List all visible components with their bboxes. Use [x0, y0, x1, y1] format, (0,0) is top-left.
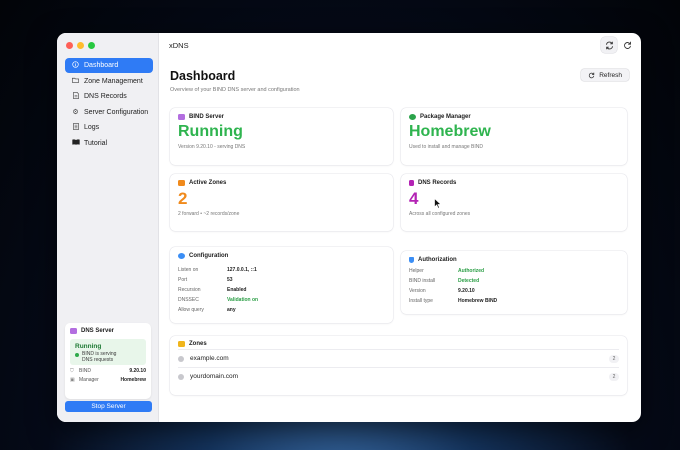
sidebar-item-logs[interactable]: Logs — [65, 120, 153, 135]
auth-row: Install type Homebrew BIND — [409, 298, 498, 304]
zone-list-item[interactable]: yourdomain.com 2 — [178, 367, 619, 385]
refresh-icon — [589, 72, 595, 78]
gear-icon: ⚙ — [72, 108, 79, 116]
config-row: Allow query any — [178, 307, 236, 313]
card-title: Authorization — [409, 257, 619, 263]
sidebar-nav: Dashboard Zone Management DNS Records ⚙ … — [65, 58, 153, 151]
sidebar-item-dns-records[interactable]: DNS Records — [65, 89, 153, 104]
zones-icon — [178, 341, 185, 347]
mouse-pointer-icon — [434, 198, 442, 209]
main-content: Dashboard Overview of your BIND DNS serv… — [159, 33, 641, 422]
config-row: Recursion Enabled — [178, 287, 247, 293]
shield-icon: ⛉ — [70, 368, 74, 374]
config-row: Port 53 — [178, 277, 233, 283]
refresh-button[interactable]: Refresh — [581, 69, 629, 81]
server-running-status: Running BIND is serving DNS requests — [70, 339, 146, 365]
document-icon — [71, 92, 80, 101]
folder-icon — [71, 77, 80, 85]
page-title: Dashboard — [170, 69, 236, 83]
zoom-window-button[interactable] — [88, 42, 95, 49]
list-icon — [71, 123, 80, 132]
package-manager-card: Package Manager Homebrew Used to install… — [401, 108, 627, 165]
bind-version-row: ⛉ BIND 9.20.10 — [70, 368, 146, 374]
config-row: Listen on 127.0.0.1, ::1 — [178, 267, 257, 273]
sidebar-item-label: Tutorial — [84, 139, 108, 147]
package-icon — [409, 114, 416, 120]
book-icon — [71, 139, 80, 147]
active-zones-count: 2 — [178, 189, 188, 208]
sidebar-item-zone-management[interactable]: Zone Management — [65, 74, 153, 89]
server-icon — [178, 114, 185, 120]
bind-status-value: Running — [178, 123, 243, 140]
page-subtitle: Overview of your BIND DNS server and con… — [170, 87, 300, 93]
bind-server-card: BIND Server Running Version 9.20.10 - se… — [170, 108, 393, 165]
sidebar-item-dashboard[interactable]: Dashboard — [65, 58, 153, 73]
sidebar-item-label: Dashboard — [84, 62, 119, 69]
zone-record-count-badge: 2 — [609, 354, 619, 363]
card-title: BIND Server — [178, 114, 385, 120]
zone-status-dot-icon — [178, 373, 184, 380]
shield-icon — [409, 257, 414, 263]
close-window-button[interactable] — [66, 42, 73, 49]
sidebar: Dashboard Zone Management DNS Records ⚙ … — [57, 33, 159, 422]
auth-row: BIND install Detected — [409, 278, 480, 284]
active-zones-card: Active Zones 2 2 forward • ~2 records/zo… — [170, 174, 393, 231]
sidebar-item-label: DNS Records — [84, 93, 127, 100]
card-title: DNS Records — [409, 180, 619, 186]
info-circle-icon — [71, 61, 80, 70]
authorization-rows: Helper Authorized BIND install Detected Ve… — [409, 266, 619, 306]
config-row: DNSSEC Validation on — [178, 297, 259, 303]
card-title: Active Zones — [178, 180, 385, 186]
zones-card: Zones example.com 2 yourdomain.com 2 — [170, 336, 627, 395]
sidebar-item-label: Zone Management — [84, 77, 143, 85]
sidebar-item-label: Server Configuration — [84, 108, 149, 116]
manager-row: ▣ Manager Homebrew — [70, 377, 146, 383]
configuration-card: Configuration Listen on 127.0.0.1, ::1 Po… — [170, 247, 393, 323]
folder-icon — [178, 180, 185, 186]
zone-record-count-badge: 2 — [609, 372, 619, 381]
card-title: Configuration — [178, 253, 385, 259]
package-icon: ▣ — [70, 377, 75, 383]
dns-server-status-card: DNS Server Running BIND is serving DNS r… — [65, 323, 151, 399]
stop-server-button[interactable]: Stop Server — [65, 401, 152, 412]
package-manager-value: Homebrew — [409, 123, 491, 140]
status-dot-icon — [75, 353, 79, 357]
authorization-card: Authorization Helper Authorized BIND inst… — [401, 251, 627, 314]
server-icon — [70, 328, 77, 334]
card-title: Package Manager — [409, 114, 619, 120]
zone-status-dot-icon — [178, 355, 184, 362]
auth-row: Version 9.20.10 — [409, 288, 475, 294]
minimize-window-button[interactable] — [77, 42, 84, 49]
document-icon — [409, 180, 414, 186]
dns-server-card-title: DNS Server — [70, 328, 146, 334]
app-window: Dashboard Zone Management DNS Records ⚙ … — [57, 33, 641, 422]
configuration-rows: Listen on 127.0.0.1, ::1 Port 53 Recursion… — [178, 265, 385, 315]
zone-list-item[interactable]: example.com 2 — [178, 349, 619, 367]
card-title: Zones — [178, 341, 619, 347]
auth-row: Helper Authorized — [409, 268, 485, 274]
sidebar-item-tutorial[interactable]: Tutorial — [65, 136, 153, 151]
sidebar-item-server-configuration[interactable]: ⚙ Server Configuration — [65, 105, 153, 120]
sidebar-item-label: Logs — [84, 124, 100, 131]
gear-icon — [178, 253, 185, 259]
window-controls — [66, 42, 95, 49]
